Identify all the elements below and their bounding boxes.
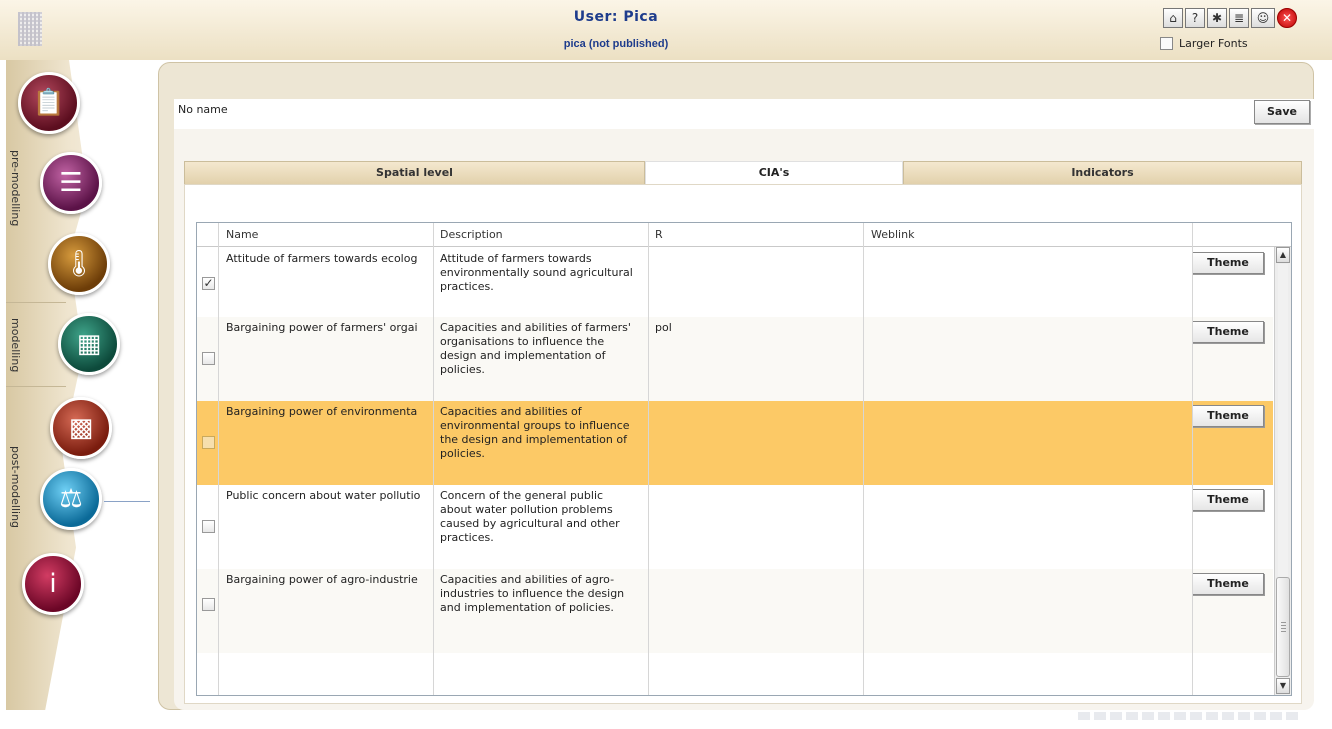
sidebar-divider [6, 302, 66, 303]
larger-fonts-option[interactable]: Larger Fonts [1160, 37, 1248, 50]
page-subtitle: pica (not published) [563, 38, 669, 50]
name-bar: No name [174, 99, 1314, 129]
theme-button[interactable]: Theme [1192, 489, 1264, 511]
clipboard-icon[interactable]: 📋 [18, 72, 80, 134]
users-icon[interactable]: ☺ [1251, 8, 1275, 28]
row-checkbox[interactable] [202, 598, 215, 611]
book-icon[interactable]: ≣ [1229, 8, 1249, 28]
cell-name: Bargaining power of agro-industrie [226, 573, 418, 586]
sidebar-divider [6, 386, 66, 387]
cell-description: Capacities and abilities of environmental… [440, 405, 630, 460]
column-header-r[interactable]: R [655, 228, 663, 241]
help-icon[interactable]: ? [1185, 8, 1205, 28]
scroll-up-icon[interactable]: ▲ [1276, 247, 1290, 263]
cell-description: Attitude of farmers towards environmental… [440, 252, 633, 293]
table-scrollbar[interactable]: ▲ ▼ [1274, 247, 1291, 695]
theme-button[interactable]: Theme [1192, 405, 1264, 427]
page-title: User: Pica [573, 9, 659, 25]
theme-button[interactable]: Theme [1192, 573, 1264, 595]
status-strip [1078, 712, 1298, 720]
active-connector [104, 501, 150, 502]
bug-icon[interactable]: ✱ [1207, 8, 1227, 28]
calculator-icon[interactable]: ▦ [58, 313, 120, 375]
tab-indicators[interactable]: Indicators [903, 161, 1302, 184]
row-checkbox[interactable]: ✓ [202, 277, 215, 290]
column-header-weblink[interactable]: Weblink [871, 228, 914, 241]
tab-cias[interactable]: CIA's [645, 161, 903, 184]
table-row-selected[interactable]: Bargaining power of environmenta Capacit… [197, 401, 1273, 485]
save-button[interactable]: Save [1254, 100, 1310, 124]
column-header-name[interactable]: Name [226, 228, 258, 241]
column-divider [218, 223, 219, 695]
section-pre-modelling: pre-modelling [9, 150, 22, 227]
theme-button[interactable]: Theme [1192, 252, 1264, 274]
row-checkbox[interactable] [202, 352, 215, 365]
larger-fonts-label: Larger Fonts [1179, 37, 1248, 50]
row-checkbox[interactable] [202, 436, 215, 449]
thermometer-icon[interactable]: 🌡 [48, 233, 110, 295]
table-row[interactable]: Bargaining power of farmers' orgai Capac… [197, 317, 1273, 401]
column-header-description[interactable]: Description [440, 228, 503, 241]
home-icon[interactable]: ⌂ [1163, 8, 1183, 28]
close-icon[interactable]: ✕ [1277, 8, 1297, 28]
cell-description: Capacities and abilities of farmers' orga… [440, 321, 631, 376]
info-icon[interactable]: i [22, 553, 84, 615]
row-checkbox[interactable] [202, 520, 215, 533]
toolbar-icons: ⌂ ? ✱ ≣ ☺ ✕ [1163, 8, 1297, 28]
theme-button[interactable]: Theme [1192, 321, 1264, 343]
scales-icon[interactable]: ⚖ [40, 468, 102, 530]
scroll-down-icon[interactable]: ▼ [1276, 678, 1290, 694]
cell-description: Capacities and abilities of agro-industr… [440, 573, 625, 614]
header-bar: User: Pica pica (not published) ⌂ ? ✱ ≣ … [0, 0, 1332, 60]
table-header: Name Description R Weblink [197, 223, 1291, 247]
cia-table: ✓ Attitude of farmers towards ecolog Att… [196, 222, 1292, 696]
table-row[interactable]: ✓ Attitude of farmers towards ecolog Att… [197, 248, 1273, 317]
column-divider [1192, 223, 1193, 695]
cell-r: pol [655, 321, 672, 334]
cell-name: Bargaining power of farmers' orgai [226, 321, 418, 334]
books-icon[interactable]: ☰ [40, 152, 102, 214]
name-field[interactable]: No name [178, 103, 228, 116]
section-post-modelling: post-modelling [9, 446, 22, 529]
cell-name: Attitude of farmers towards ecolog [226, 252, 418, 265]
column-divider [433, 223, 434, 695]
cell-description: Concern of the general public about water… [440, 489, 620, 544]
tab-strip: Spatial level CIA's Indicators [184, 161, 1302, 184]
column-divider [863, 223, 864, 695]
section-modelling: modelling [9, 318, 22, 373]
table-row[interactable]: Bargaining power of agro-industrie Capac… [197, 569, 1273, 653]
scroll-thumb[interactable] [1276, 577, 1290, 677]
larger-fonts-checkbox[interactable] [1160, 37, 1173, 50]
cell-name: Bargaining power of environmenta [226, 405, 418, 418]
cell-name: Public concern about water pollutio [226, 489, 421, 502]
tab-spatial-level[interactable]: Spatial level [184, 161, 645, 184]
table-row[interactable]: Public concern about water pollutio Conc… [197, 485, 1273, 569]
chart-icon[interactable]: ▩ [50, 397, 112, 459]
column-divider [648, 223, 649, 695]
